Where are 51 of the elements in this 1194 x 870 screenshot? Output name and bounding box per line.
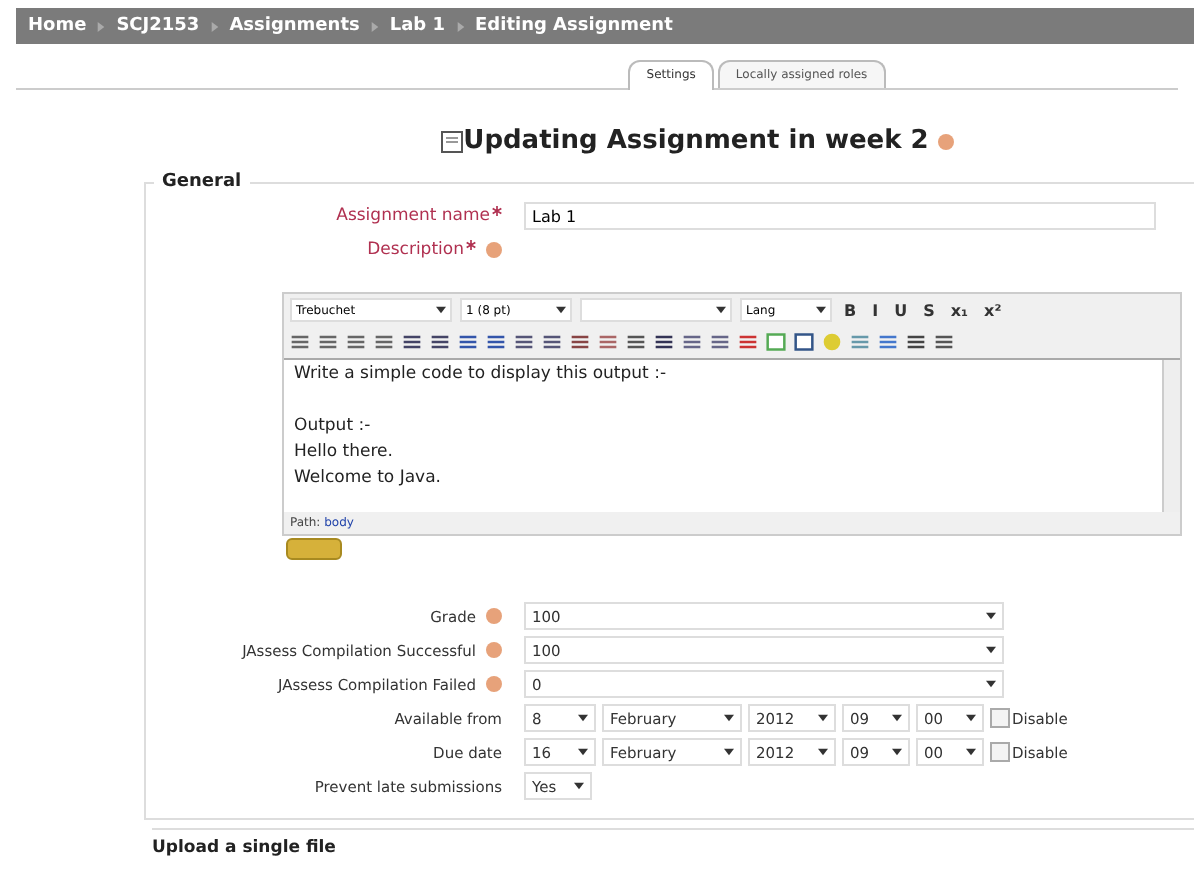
caret-icon	[724, 714, 734, 722]
separator-icon	[96, 21, 107, 31]
caret-icon	[578, 748, 588, 756]
caret-icon	[724, 748, 734, 756]
caret-icon	[578, 714, 588, 722]
align-icon[interactable]	[346, 332, 366, 352]
caret-icon	[574, 782, 584, 790]
caret-icon	[966, 748, 976, 756]
caret-icon	[818, 714, 828, 722]
caret-icon	[892, 714, 902, 722]
field-label: Assignment name	[336, 206, 490, 226]
checkbox[interactable]	[990, 742, 1010, 762]
format-button[interactable]: x²	[980, 301, 1006, 319]
caret-icon	[966, 714, 976, 722]
separator-icon	[369, 21, 380, 31]
scrollbar[interactable]	[1162, 360, 1180, 512]
format-button[interactable]: I	[868, 301, 883, 319]
breadcrumb-link[interactable]: Editing Assignment	[475, 16, 673, 36]
separator-icon	[209, 21, 220, 31]
field-label: Description	[367, 240, 464, 260]
breadcrumb-link[interactable]: Home	[28, 16, 87, 36]
caret-icon	[986, 680, 996, 688]
align-icon[interactable]	[290, 332, 310, 352]
checkbox[interactable]	[990, 708, 1010, 728]
align-icon[interactable]	[318, 332, 338, 352]
format-button[interactable]: U	[890, 301, 912, 319]
caret-icon	[986, 646, 996, 654]
breadcrumb-link[interactable]: Lab 1	[389, 16, 446, 36]
align-icon[interactable]	[374, 332, 394, 352]
editor-text: Write a simple code to display this output :-	[294, 364, 667, 384]
format-button[interactable]: S	[919, 301, 939, 319]
section-heading: Upload a single file	[152, 828, 1194, 858]
page-heading: Updating Assignment in week 2	[463, 126, 929, 156]
input-field[interactable]: Lab 1	[524, 202, 1156, 230]
caret-icon	[556, 306, 566, 314]
format-button[interactable]: x₁	[946, 301, 973, 319]
editor-text: Welcome to Java.	[294, 468, 441, 488]
document-icon	[439, 129, 464, 153]
separator-icon	[455, 21, 466, 31]
breadcrumb-link[interactable]: Assignments	[229, 16, 360, 36]
editor-text: Hello there.	[294, 442, 393, 462]
breadcrumb-link[interactable]: SCJ2153	[116, 16, 200, 36]
caret-icon	[892, 748, 902, 756]
caret-icon	[716, 306, 726, 314]
caret-icon	[816, 306, 826, 314]
format-button[interactable]: B	[840, 301, 861, 319]
caret-icon	[986, 612, 996, 620]
caret-icon	[818, 748, 828, 756]
caret-icon	[436, 306, 446, 314]
section-legend: General	[154, 172, 250, 192]
editor-text: Output :-	[294, 416, 371, 436]
